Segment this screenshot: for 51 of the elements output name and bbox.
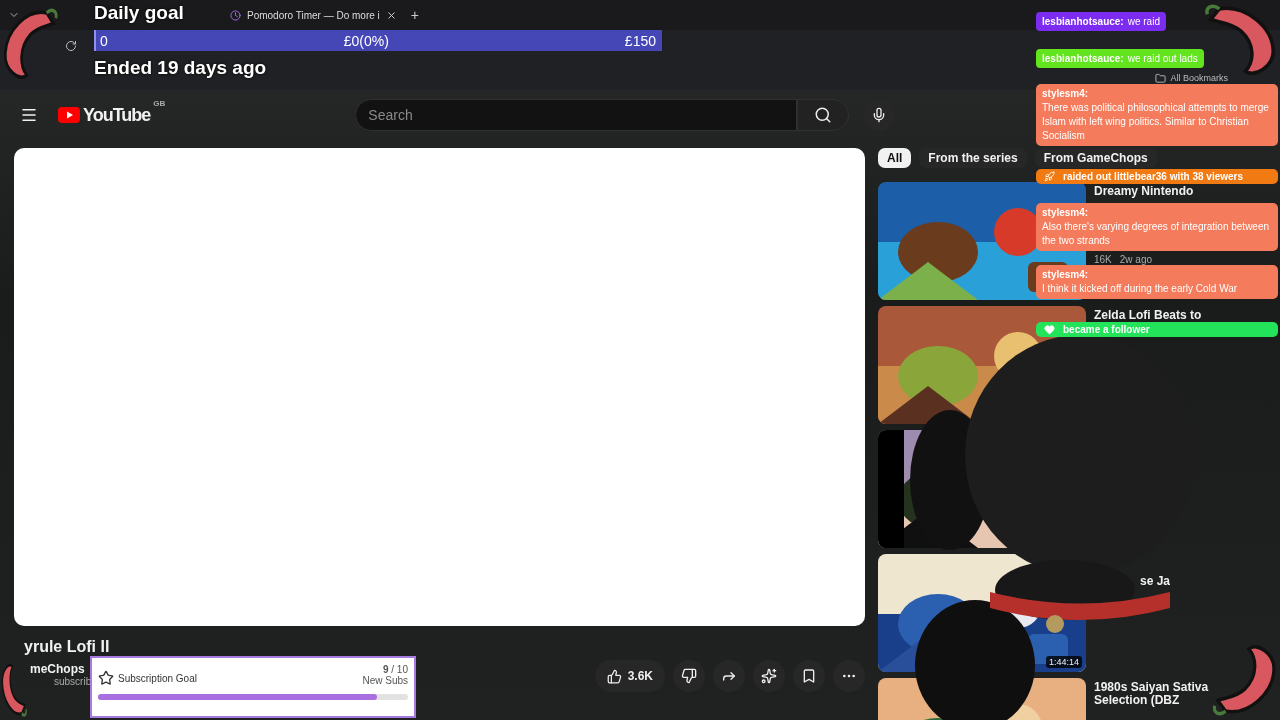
- subscription-unit: New Subs: [362, 675, 408, 686]
- video-title: yrule Lofi II: [23, 638, 111, 656]
- channel-name[interactable]: meChops: [30, 661, 85, 676]
- bookmarks-link[interactable]: All Bookmarks: [1170, 73, 1228, 83]
- chat-message: stylesm4: Also there's varying degrees of integration between the two strands: [1036, 203, 1278, 251]
- dislike-button[interactable]: [673, 660, 705, 692]
- browser-tab[interactable]: Pomodoro Timer — Do more i: [222, 2, 405, 28]
- goal-title: Daily goal: [94, 2, 184, 24]
- bookmark-icon: [801, 668, 817, 684]
- reload-icon[interactable]: [65, 40, 77, 52]
- subscriber-count: subscrib: [54, 675, 92, 687]
- share-button[interactable]: [713, 660, 745, 692]
- chat-banner: lesbianhotsauce: we raid: [1036, 12, 1166, 31]
- follow-alert: became a follower: [1036, 322, 1278, 337]
- video-meta: 16K: [1094, 253, 1112, 266]
- related-video-title[interactable]: Dreamy Nintendo: [1094, 185, 1194, 198]
- raid-alert: raided out littlebear36 with 38 viewers: [1036, 169, 1278, 184]
- goal-target: £150: [624, 32, 656, 49]
- chat-message: stylesm4: There was political philosophical attempts to merge Islam with left wing politics. Similar to Christian Socialism: [1036, 84, 1278, 146]
- goal-status: Ended 19 days ago: [94, 57, 267, 79]
- sparkle-button[interactable]: [753, 660, 785, 692]
- related-video-title[interactable]: Zelda Lofi Beats to: [1094, 309, 1202, 322]
- save-button[interactable]: [793, 660, 825, 692]
- like-button[interactable]: 3.6K: [594, 660, 665, 692]
- menu-icon[interactable]: [20, 106, 38, 124]
- search-field[interactable]: Search: [355, 99, 798, 131]
- close-icon[interactable]: [385, 9, 397, 21]
- subscription-goal-title: Subscription Goal: [118, 672, 197, 684]
- new-tab-button[interactable]: +: [410, 7, 419, 23]
- search-icon: [814, 106, 833, 124]
- rocket-icon: [1044, 171, 1055, 182]
- thumbs-up-icon: [606, 668, 622, 684]
- goal-start: 0: [100, 32, 108, 49]
- filter-chip[interactable]: From GameChops: [1034, 148, 1157, 168]
- chat-banner: lesbianhotsauce: we raid out lads: [1036, 49, 1204, 68]
- goal-current: £0(0%): [343, 32, 389, 49]
- subscription-count: 9 / 10: [382, 664, 408, 675]
- clock-icon: [230, 9, 241, 21]
- search-button[interactable]: [797, 99, 850, 131]
- video-duration: 1:44:14: [1045, 656, 1082, 668]
- chat-message: stylesm4: I think it kicked off during the early Cold War: [1036, 265, 1278, 299]
- filter-chip[interactable]: From the series: [919, 148, 1027, 168]
- folder-icon: [1155, 72, 1167, 84]
- filter-chip[interactable]: All: [878, 148, 912, 168]
- star-icon: [98, 670, 114, 686]
- sparkle-icon: [761, 668, 777, 684]
- related-video-title[interactable]: se Ja: [1140, 575, 1171, 588]
- heart-icon: [1044, 324, 1055, 335]
- video-meta: 2w ago: [1119, 253, 1153, 266]
- thumbs-down-icon: [681, 668, 697, 684]
- related-video-title[interactable]: 1980s Saiyan Sativa Selection (DBZ: [1094, 681, 1214, 707]
